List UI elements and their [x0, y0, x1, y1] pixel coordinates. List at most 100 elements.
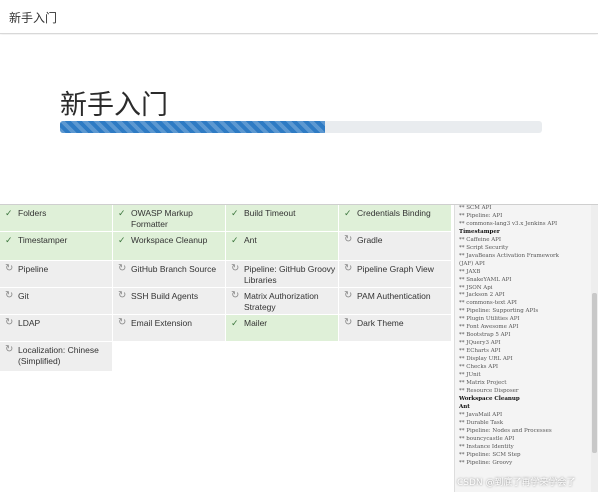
plugin-label: Credentials Binding: [357, 208, 431, 218]
check-icon: ✓: [344, 208, 352, 218]
plugin-item: ↻ Email Extension: [113, 315, 226, 342]
log-line: ** SnakeYAML API: [459, 276, 512, 283]
plugin-item: ↻ LDAP: [0, 315, 113, 342]
log-line: ** Checks API: [459, 364, 499, 371]
log-line: ** Pipeline: API: [459, 212, 503, 219]
log-line: ** Pipeline: Groovy: [459, 459, 513, 466]
plugin-label: Email Extension: [131, 318, 192, 328]
plugin-label: Workspace Cleanup: [131, 235, 208, 245]
refresh-icon: ↻: [344, 234, 353, 245]
check-icon: ✓: [118, 235, 126, 245]
plugin-item: ↻ Matrix Authorization Strategy: [226, 288, 339, 315]
plugin-item: ↻ SSH Build Agents: [113, 288, 226, 315]
log-line: ** Matrix Project: [459, 379, 507, 386]
refresh-icon: ↻: [5, 290, 14, 301]
check-icon: ✓: [231, 208, 239, 218]
log-line: ** commons-text API: [459, 300, 517, 307]
plugin-label: Pipeline: GitHub Groovy Libraries: [244, 264, 336, 285]
plugin-item: ✓ Build Timeout: [226, 205, 339, 232]
refresh-icon: ↻: [344, 263, 353, 274]
plugin-label: Matrix Authorization Strategy: [244, 291, 319, 312]
log-line: ** JSON Api: [459, 284, 493, 291]
plugin-item: ↻ GitHub Branch Source: [113, 261, 226, 288]
log-line: ** Font Awesome API: [459, 324, 519, 331]
plugin-label: Localization: Chinese (Simplified): [18, 345, 99, 366]
plugin-item: ↻ Pipeline: GitHub Groovy Libraries: [226, 261, 339, 288]
page-title: 新手入门: [60, 90, 168, 121]
check-icon: ✓: [231, 235, 239, 245]
plugin-item: ↻ Gradle: [339, 232, 452, 261]
plugin-item: ✓ Credentials Binding: [339, 205, 452, 232]
install-progress-bar: [60, 121, 542, 133]
log-line: ** Instance Identity: [459, 443, 514, 450]
log-scrollbar[interactable]: [591, 205, 598, 492]
plugin-label: Pipeline: [18, 264, 49, 274]
log-line: ** JAXB: [459, 268, 481, 275]
log-line: ** Jackson 2 API: [459, 292, 505, 299]
plugin-item: ✓ Folders: [0, 205, 113, 232]
plugin-item: ↻ Pipeline: [0, 261, 113, 288]
plugin-label: Folders: [18, 208, 47, 218]
plugin-label: Mailer: [244, 318, 268, 328]
refresh-icon: ↻: [344, 290, 353, 301]
log-line: ** Bootstrap 5 API: [459, 332, 511, 339]
log-line: ** commons-lang3 v3.x Jenkins API: [459, 220, 558, 227]
progress-fill: [60, 121, 326, 133]
plugin-label: Dark Theme: [357, 318, 404, 328]
refresh-icon: ↻: [344, 317, 353, 328]
refresh-icon: ↻: [118, 263, 127, 274]
refresh-icon: ↻: [118, 290, 127, 301]
log-line: ** Display URL API: [459, 356, 513, 363]
plugin-item: ↻ Git: [0, 288, 113, 315]
refresh-icon: ↻: [5, 317, 14, 328]
log-line: ** Pipeline: Supporting APIs: [459, 308, 539, 315]
log-line: ** SCM API: [459, 205, 492, 211]
plugin-label: Pipeline Graph View: [357, 264, 434, 274]
plugin-label: Timestamper: [18, 235, 68, 245]
plugin-label: Ant: [244, 235, 257, 245]
log-line: ** Plugin Utilities API: [459, 316, 520, 323]
plugin-label: PAM Authentication: [357, 291, 431, 301]
log-line: ** Script Security: [459, 244, 509, 251]
plugin-label: Git: [18, 291, 29, 301]
refresh-icon: ↻: [5, 344, 14, 355]
hero-panel: 新手入门: [0, 35, 598, 205]
plugin-item: ✓ Ant: [226, 232, 339, 261]
check-icon: ✓: [118, 208, 126, 218]
plugin-label: OWASP Markup Formatter: [131, 208, 193, 229]
window-title: 新手入门: [9, 11, 58, 25]
log-line: ** Pipeline: Nodes and Processes: [459, 427, 552, 434]
refresh-icon: ↻: [5, 263, 14, 274]
plugin-item: ↻ Localization: Chinese (Simplified): [0, 342, 113, 372]
log-line: ** JavaBeans Activation Framework: [459, 252, 559, 259]
plugin-item: ✓ Timestamper: [0, 232, 113, 261]
plugin-label: Gradle: [357, 235, 383, 245]
plugin-label: LDAP: [18, 318, 41, 328]
check-icon: ✓: [5, 208, 13, 218]
plugin-item: ✓ OWASP Markup Formatter: [113, 205, 226, 232]
log-line: ** Resource Disposer: [459, 387, 519, 394]
log-line: Ant: [459, 403, 470, 410]
plugin-item: ↻ PAM Authentication: [339, 288, 452, 315]
scrollbar-thumb[interactable]: [592, 293, 597, 453]
plugin-grid: ✓ Folders ✓ OWASP Markup Formatter ✓ Build Ti…: [0, 205, 452, 372]
plugin-label: GitHub Branch Source: [131, 264, 217, 274]
refresh-icon: ↻: [118, 317, 127, 328]
plugin-item: ↻ Dark Theme: [339, 315, 452, 342]
log-line: (JAF) API: [459, 260, 485, 267]
top-bar: 新手入门: [0, 0, 598, 34]
plugin-item: ✓ Mailer: [226, 315, 339, 342]
log-line: ** JavaMail API: [459, 411, 503, 418]
check-icon: ✓: [231, 318, 239, 328]
log-line: ** Caffeine API: [459, 236, 502, 243]
check-icon: ✓: [5, 235, 13, 245]
plugin-label: Build Timeout: [244, 208, 296, 218]
log-line: Timestamper: [459, 228, 500, 235]
install-log: ** SCM API ** Pipeline: API ** commons-lan…: [454, 205, 591, 492]
log-line: ** Durable Task: [459, 419, 504, 426]
log-line: ** bouncycastle API: [459, 435, 515, 442]
plugin-label: SSH Build Agents: [131, 291, 199, 301]
log-line: ** JQuery3 API: [459, 340, 501, 347]
log-line: ** JUnit: [459, 372, 481, 379]
log-line: ** ECharts API: [459, 348, 501, 355]
